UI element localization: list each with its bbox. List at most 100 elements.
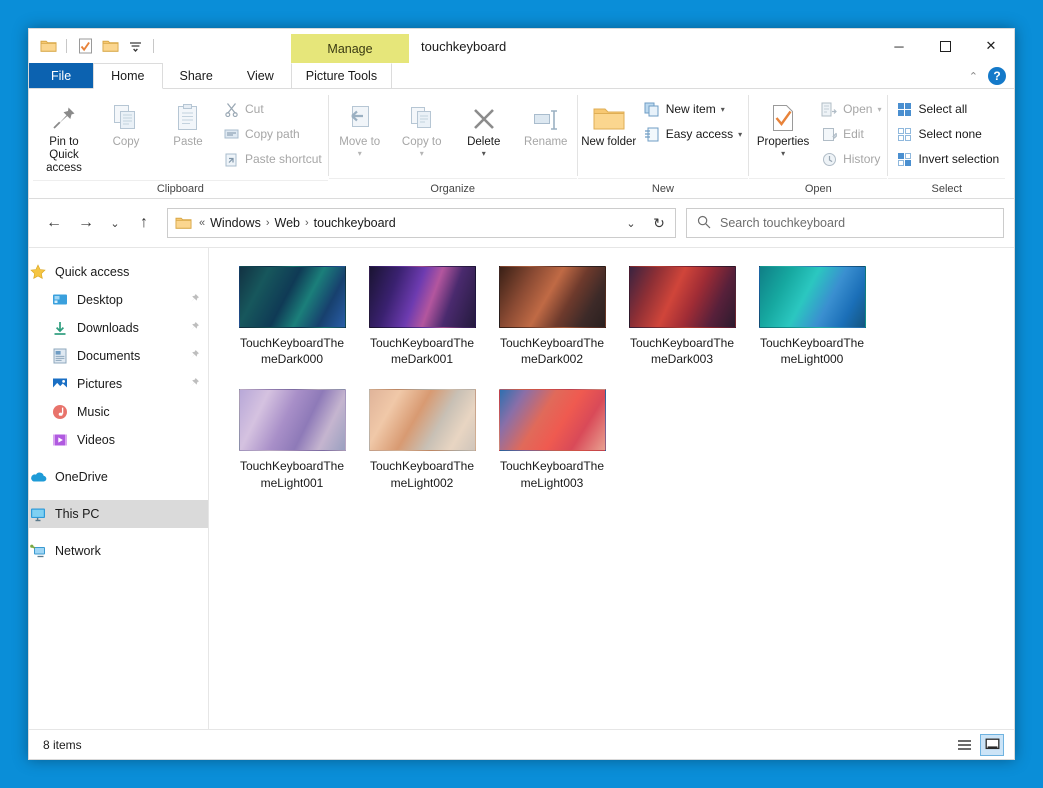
sidebar-item-network[interactable]: Network (29, 537, 208, 565)
new-folder-label: New folder (581, 136, 636, 149)
move-to-icon (345, 99, 375, 133)
properties-icon[interactable] (75, 36, 95, 56)
tab-picture-tools[interactable]: Picture Tools (291, 63, 392, 88)
select-none-button[interactable]: Select none (892, 122, 1005, 146)
tab-home[interactable]: Home (93, 63, 162, 89)
tab-view[interactable]: View (230, 63, 291, 88)
cut-icon (222, 100, 240, 118)
copy-icon (112, 99, 140, 133)
details-view-icon[interactable] (952, 734, 976, 756)
file-list-pane[interactable]: TouchKeyboardThemeDark000 TouchKeyboardT… (209, 248, 1014, 729)
properties-button[interactable]: Properties ▾ (749, 95, 817, 162)
close-button[interactable]: ✕ (968, 29, 1014, 63)
new-item-button[interactable]: New item ▾ (640, 97, 748, 121)
address-dropdown-icon[interactable]: ⌄ (619, 208, 643, 238)
new-folder-icon[interactable] (100, 36, 120, 56)
file-item[interactable]: TouchKeyboardThemeDark000 (227, 262, 357, 371)
sidebar-item-documents[interactable]: Documents (29, 342, 208, 370)
open-button[interactable]: Open ▾ (817, 97, 887, 121)
file-item[interactable]: TouchKeyboardThemeDark003 (617, 262, 747, 371)
clipboard-small-commands: Cut Copy path Paste shortcut (219, 95, 328, 171)
contextual-tab-header[interactable]: Manage (291, 34, 409, 63)
delete-caret-icon: ▾ (482, 149, 486, 158)
breadcrumb[interactable]: « Windows › Web › touchkeyboard ⌄ ↻ (167, 208, 676, 238)
minimize-button[interactable]: ─ (876, 29, 922, 63)
recent-locations-button[interactable]: ⌄ (103, 208, 127, 238)
pin-icon[interactable] (188, 377, 200, 392)
file-thumbnail (499, 266, 606, 328)
system-menu-folder-icon[interactable] (38, 36, 58, 56)
copy-to-label: Copy to (402, 136, 442, 149)
file-name: TouchKeyboardThemeDark001 (366, 335, 478, 367)
pin-icon[interactable] (188, 293, 200, 308)
file-item[interactable]: TouchKeyboardThemeDark001 (357, 262, 487, 371)
invert-selection-button[interactable]: Invert selection (892, 147, 1005, 171)
breadcrumb-item-web[interactable]: Web (271, 216, 304, 230)
edit-button[interactable]: Edit (817, 122, 887, 146)
sidebar-item-videos[interactable]: Videos (29, 426, 208, 454)
easy-access-icon (643, 125, 661, 143)
paste-shortcut-label: Paste shortcut (245, 152, 322, 166)
explorer-body: Quick access Desktop Downloads (29, 247, 1014, 729)
cut-button[interactable]: Cut (219, 97, 328, 121)
sidebar-item-music[interactable]: Music (29, 398, 208, 426)
file-item[interactable]: TouchKeyboardThemeLight003 (487, 385, 617, 494)
up-button[interactable]: ↑ (129, 208, 159, 238)
sidebar-item-onedrive[interactable]: OneDrive (29, 463, 208, 491)
new-folder-button[interactable]: New folder (578, 95, 640, 153)
move-to-button[interactable]: Move to ▾ (329, 95, 391, 162)
forward-button[interactable]: → (71, 208, 101, 238)
pin-icon[interactable] (188, 321, 200, 336)
search-box[interactable]: Search touchkeyboard (686, 208, 1004, 238)
pin-icon[interactable] (188, 349, 200, 364)
sidebar-item-desktop[interactable]: Desktop (29, 286, 208, 314)
group-label-open: Open (749, 178, 887, 198)
new-item-icon (643, 100, 661, 118)
pictures-icon (51, 375, 69, 393)
tab-share[interactable]: Share (163, 63, 230, 88)
delete-icon (470, 99, 498, 133)
pin-to-quick-access-button[interactable]: Pin to Quick access (33, 95, 95, 180)
copy-to-button[interactable]: Copy to ▾ (391, 95, 453, 162)
refresh-icon[interactable]: ↻ (647, 208, 671, 238)
sidebar-item-downloads[interactable]: Downloads (29, 314, 208, 342)
back-button[interactable]: ← (39, 208, 69, 238)
copy-button[interactable]: Copy (95, 95, 157, 153)
paste-shortcut-button[interactable]: Paste shortcut (219, 147, 328, 171)
file-item[interactable]: TouchKeyboardThemeLight000 (747, 262, 877, 371)
ribbon-tab-strip: File Home Share View Picture Tools ⌃ ? (29, 63, 1014, 89)
delete-label: Delete (467, 136, 500, 149)
customize-qat-icon[interactable] (125, 36, 145, 56)
sidebar-item-pictures[interactable]: Pictures (29, 370, 208, 398)
history-button[interactable]: History (817, 147, 887, 171)
qat-separator-2 (153, 39, 154, 53)
file-name: TouchKeyboardThemeLight000 (756, 335, 868, 367)
copy-path-button[interactable]: Copy path (219, 122, 328, 146)
file-item[interactable]: TouchKeyboardThemeLight001 (227, 385, 357, 494)
new-folder-icon (592, 99, 626, 133)
rename-button[interactable]: Rename (515, 95, 577, 153)
tab-file[interactable]: File (29, 63, 93, 88)
delete-button[interactable]: Delete ▾ (453, 95, 515, 162)
breadcrumb-overflow[interactable]: « (198, 217, 206, 229)
sidebar-item-quick-access[interactable]: Quick access (29, 258, 208, 286)
maximize-button[interactable] (922, 29, 968, 63)
file-item[interactable]: TouchKeyboardThemeDark002 (487, 262, 617, 371)
open-icon (820, 100, 838, 118)
group-label-clipboard: Clipboard (33, 180, 328, 198)
select-all-button[interactable]: Select all (892, 97, 1005, 121)
file-item[interactable]: TouchKeyboardThemeLight002 (357, 385, 487, 494)
open-small-commands: Open ▾ Edit History (817, 95, 887, 171)
file-name: TouchKeyboardThemeDark000 (236, 335, 348, 367)
collapse-ribbon-icon[interactable]: ⌃ (969, 70, 978, 83)
help-icon[interactable]: ? (988, 67, 1006, 85)
sidebar-item-this-pc[interactable]: This PC (29, 500, 208, 528)
videos-icon (51, 431, 69, 449)
large-icons-view-icon[interactable] (980, 734, 1004, 756)
paste-button[interactable]: Paste (157, 95, 219, 153)
documents-icon (51, 347, 69, 365)
this-pc-icon (29, 505, 47, 523)
breadcrumb-item-windows[interactable]: Windows (206, 216, 265, 230)
easy-access-button[interactable]: Easy access ▾ (640, 122, 748, 146)
breadcrumb-item-touchkeyboard[interactable]: touchkeyboard (310, 216, 400, 230)
